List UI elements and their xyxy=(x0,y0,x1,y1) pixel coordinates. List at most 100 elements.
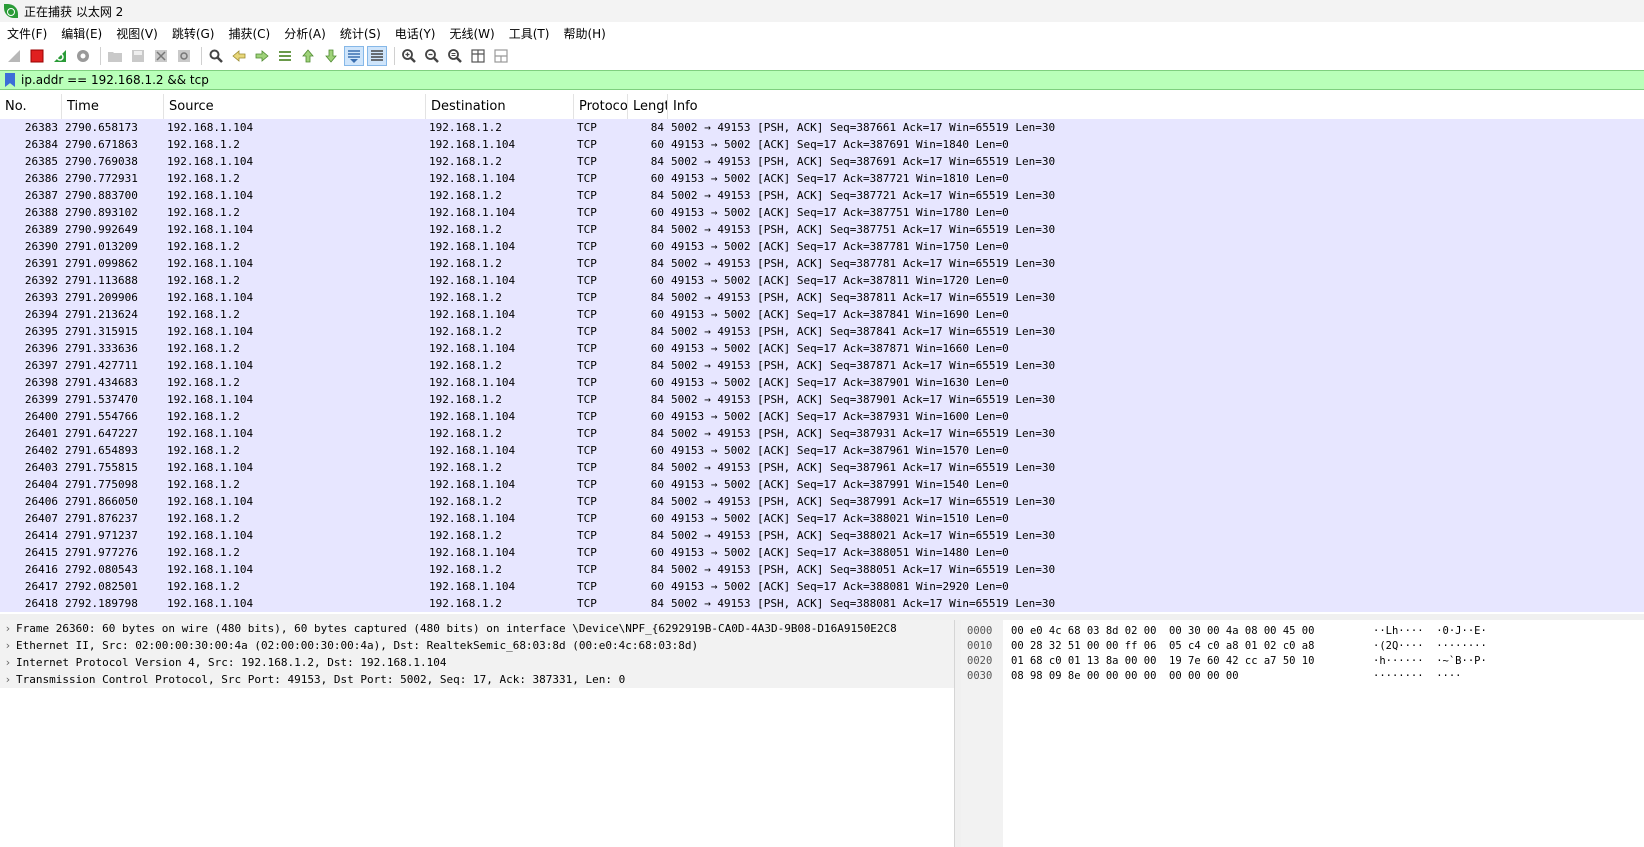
colorize-icon[interactable] xyxy=(367,46,387,66)
cell-no: 26399 xyxy=(24,393,58,406)
zoom-out-icon[interactable] xyxy=(422,46,442,66)
bytes-offset[interactable]: 0020 xyxy=(961,654,1003,669)
first-packet-icon[interactable] xyxy=(298,46,318,66)
menu-statistics[interactable]: 统计(S) xyxy=(333,25,388,42)
column-header-source[interactable]: Source xyxy=(164,94,426,119)
chevron-right-icon[interactable]: › xyxy=(0,639,16,652)
detail-tree-item[interactable]: › Ethernet II, Src: 02:00:00:30:00:4a (02… xyxy=(0,637,954,654)
layout-icon[interactable] xyxy=(491,46,511,66)
table-row[interactable]: 26398 2791.434683 192.168.1.2 192.168.1.104… xyxy=(0,374,1644,391)
normal-size-icon[interactable] xyxy=(445,46,465,66)
table-row[interactable]: 26396 2791.333636 192.168.1.2 192.168.1.104… xyxy=(0,340,1644,357)
cell-source: 192.168.1.104 xyxy=(167,121,254,134)
table-row[interactable]: 26385 2790.769038 192.168.1.104 192.168.1.2… xyxy=(0,153,1644,170)
column-header-protocol[interactable]: Protoco xyxy=(574,94,628,119)
chevron-right-icon[interactable]: › xyxy=(0,673,16,686)
last-packet-icon[interactable] xyxy=(321,46,341,66)
go-to-packet-icon[interactable] xyxy=(275,46,295,66)
menu-tools[interactable]: 工具(T) xyxy=(502,25,557,42)
cell-protocol: TCP xyxy=(577,444,597,457)
detail-tree-item[interactable]: › Internet Protocol Version 4, Src: 192.1… xyxy=(0,654,954,671)
table-row[interactable]: 26399 2791.537470 192.168.1.104 192.168.1.2… xyxy=(0,391,1644,408)
table-row[interactable]: 26384 2790.671863 192.168.1.2 192.168.1.104… xyxy=(0,136,1644,153)
table-row[interactable]: 26414 2791.971237 192.168.1.104 192.168.1.2… xyxy=(0,527,1644,544)
table-row[interactable]: 26388 2790.893102 192.168.1.2 192.168.1.104… xyxy=(0,204,1644,221)
bytes-hex[interactable]: 01 68 c0 01 13 8a 00 00 19 7e 60 42 cc a… xyxy=(1003,654,1373,669)
column-header-time[interactable]: Time xyxy=(62,94,164,119)
bytes-ascii[interactable]: ·(2Q···· ········ xyxy=(1373,639,1633,654)
table-row[interactable]: 26397 2791.427711 192.168.1.104 192.168.1.2… xyxy=(0,357,1644,374)
table-row[interactable]: 26383 2790.658173 192.168.1.104 192.168.1.2… xyxy=(0,119,1644,136)
bytes-offset[interactable]: 0010 xyxy=(961,639,1003,654)
detail-tree-item[interactable]: › Frame 26360: 60 bytes on wire (480 bits… xyxy=(0,620,954,637)
table-row[interactable]: 26404 2791.775098 192.168.1.2 192.168.1.104… xyxy=(0,476,1644,493)
table-row[interactable]: 26392 2791.113688 192.168.1.2 192.168.1.104… xyxy=(0,272,1644,289)
table-row[interactable]: 26407 2791.876237 192.168.1.2 192.168.1.104… xyxy=(0,510,1644,527)
table-row[interactable]: 26395 2791.315915 192.168.1.104 192.168.1.2… xyxy=(0,323,1644,340)
menu-help[interactable]: 帮助(H) xyxy=(556,25,612,42)
table-row[interactable]: 26389 2790.992649 192.168.1.104 192.168.1.2… xyxy=(0,221,1644,238)
display-filter-input[interactable] xyxy=(21,72,1644,88)
shark-fin-icon[interactable] xyxy=(4,46,24,66)
table-row[interactable]: 26400 2791.554766 192.168.1.2 192.168.1.104… xyxy=(0,408,1644,425)
menu-go[interactable]: 跳转(G) xyxy=(165,25,222,42)
bytes-ascii[interactable]: ········ ···· xyxy=(1373,669,1633,684)
cell-source: 192.168.1.104 xyxy=(167,461,254,474)
bytes-offset[interactable]: 0030 xyxy=(961,669,1003,684)
table-row[interactable]: 26417 2792.082501 192.168.1.2 192.168.1.104… xyxy=(0,578,1644,595)
chevron-right-icon[interactable]: › xyxy=(0,656,16,669)
bytes-offset[interactable]: 0000 xyxy=(961,624,1003,639)
bytes-hex[interactable]: 00 28 32 51 00 00 ff 06 05 c4 c0 a8 01 0… xyxy=(1003,639,1373,654)
column-header-destination[interactable]: Destination xyxy=(426,94,574,119)
column-header-info[interactable]: Info xyxy=(668,94,1644,119)
open-file-icon[interactable] xyxy=(105,46,125,66)
table-row[interactable]: 26415 2791.977276 192.168.1.2 192.168.1.104… xyxy=(0,544,1644,561)
autoscroll-icon[interactable] xyxy=(344,46,364,66)
table-row[interactable]: 26402 2791.654893 192.168.1.2 192.168.1.104… xyxy=(0,442,1644,459)
cell-destination: 192.168.1.104 xyxy=(429,138,516,151)
table-row[interactable]: 26386 2790.772931 192.168.1.2 192.168.1.104… xyxy=(0,170,1644,187)
menu-telephony[interactable]: 电话(Y) xyxy=(388,25,443,42)
column-header-no[interactable]: No. xyxy=(0,94,62,119)
cell-destination: 192.168.1.2 xyxy=(429,121,502,134)
table-row[interactable]: 26391 2791.099862 192.168.1.104 192.168.1.2… xyxy=(0,255,1644,272)
menu-wireless[interactable]: 无线(W) xyxy=(443,25,502,42)
cell-length: 84 xyxy=(650,223,664,236)
cell-source: 192.168.1.2 xyxy=(167,546,240,559)
go-forward-icon[interactable] xyxy=(252,46,272,66)
table-row[interactable]: 26418 2792.189798 192.168.1.104 192.168.1.2… xyxy=(0,595,1644,612)
menu-view[interactable]: 视图(V) xyxy=(109,25,165,42)
menu-capture[interactable]: 捕获(C) xyxy=(221,25,277,42)
save-file-icon[interactable] xyxy=(128,46,148,66)
bytes-ascii[interactable]: ·h······ ·~`B··P· xyxy=(1373,654,1633,669)
cell-time: 2790.671863 xyxy=(65,138,138,151)
resize-columns-icon[interactable] xyxy=(468,46,488,66)
reload-file-icon[interactable] xyxy=(174,46,194,66)
table-row[interactable]: 26416 2792.080543 192.168.1.104 192.168.1.2… xyxy=(0,561,1644,578)
table-row[interactable]: 26406 2791.866050 192.168.1.104 192.168.1.2… xyxy=(0,493,1644,510)
menu-analyze[interactable]: 分析(A) xyxy=(277,25,333,42)
stop-capture-icon[interactable] xyxy=(27,46,47,66)
menu-file[interactable]: 文件(F) xyxy=(0,25,54,42)
table-row[interactable]: 26387 2790.883700 192.168.1.104 192.168.1.2… xyxy=(0,187,1644,204)
bookmark-icon[interactable] xyxy=(5,73,15,87)
go-back-icon[interactable] xyxy=(229,46,249,66)
close-file-icon[interactable] xyxy=(151,46,171,66)
menu-edit[interactable]: 编辑(E) xyxy=(54,25,109,42)
detail-tree-label: Transmission Control Protocol, Src Port:… xyxy=(16,673,626,686)
bytes-hex[interactable]: 08 98 09 8e 00 00 00 00 00 00 00 00 xyxy=(1003,669,1373,684)
zoom-in-icon[interactable] xyxy=(399,46,419,66)
find-packet-icon[interactable] xyxy=(206,46,226,66)
column-header-length[interactable]: Lengt xyxy=(628,94,668,119)
bytes-hex[interactable]: 00 e0 4c 68 03 8d 02 00 00 30 00 4a 08 0… xyxy=(1003,624,1373,639)
bytes-ascii[interactable]: ··Lh···· ·0·J··E· xyxy=(1373,624,1633,639)
table-row[interactable]: 26393 2791.209906 192.168.1.104 192.168.1.2… xyxy=(0,289,1644,306)
table-row[interactable]: 26394 2791.213624 192.168.1.2 192.168.1.104… xyxy=(0,306,1644,323)
restart-capture-icon[interactable] xyxy=(50,46,70,66)
chevron-right-icon[interactable]: › xyxy=(0,622,16,635)
detail-tree-item[interactable]: › Transmission Control Protocol, Src Port… xyxy=(0,671,954,688)
table-row[interactable]: 26390 2791.013209 192.168.1.2 192.168.1.104… xyxy=(0,238,1644,255)
table-row[interactable]: 26401 2791.647227 192.168.1.104 192.168.1.2… xyxy=(0,425,1644,442)
capture-options-icon[interactable] xyxy=(73,46,93,66)
table-row[interactable]: 26403 2791.755815 192.168.1.104 192.168.1.2… xyxy=(0,459,1644,476)
